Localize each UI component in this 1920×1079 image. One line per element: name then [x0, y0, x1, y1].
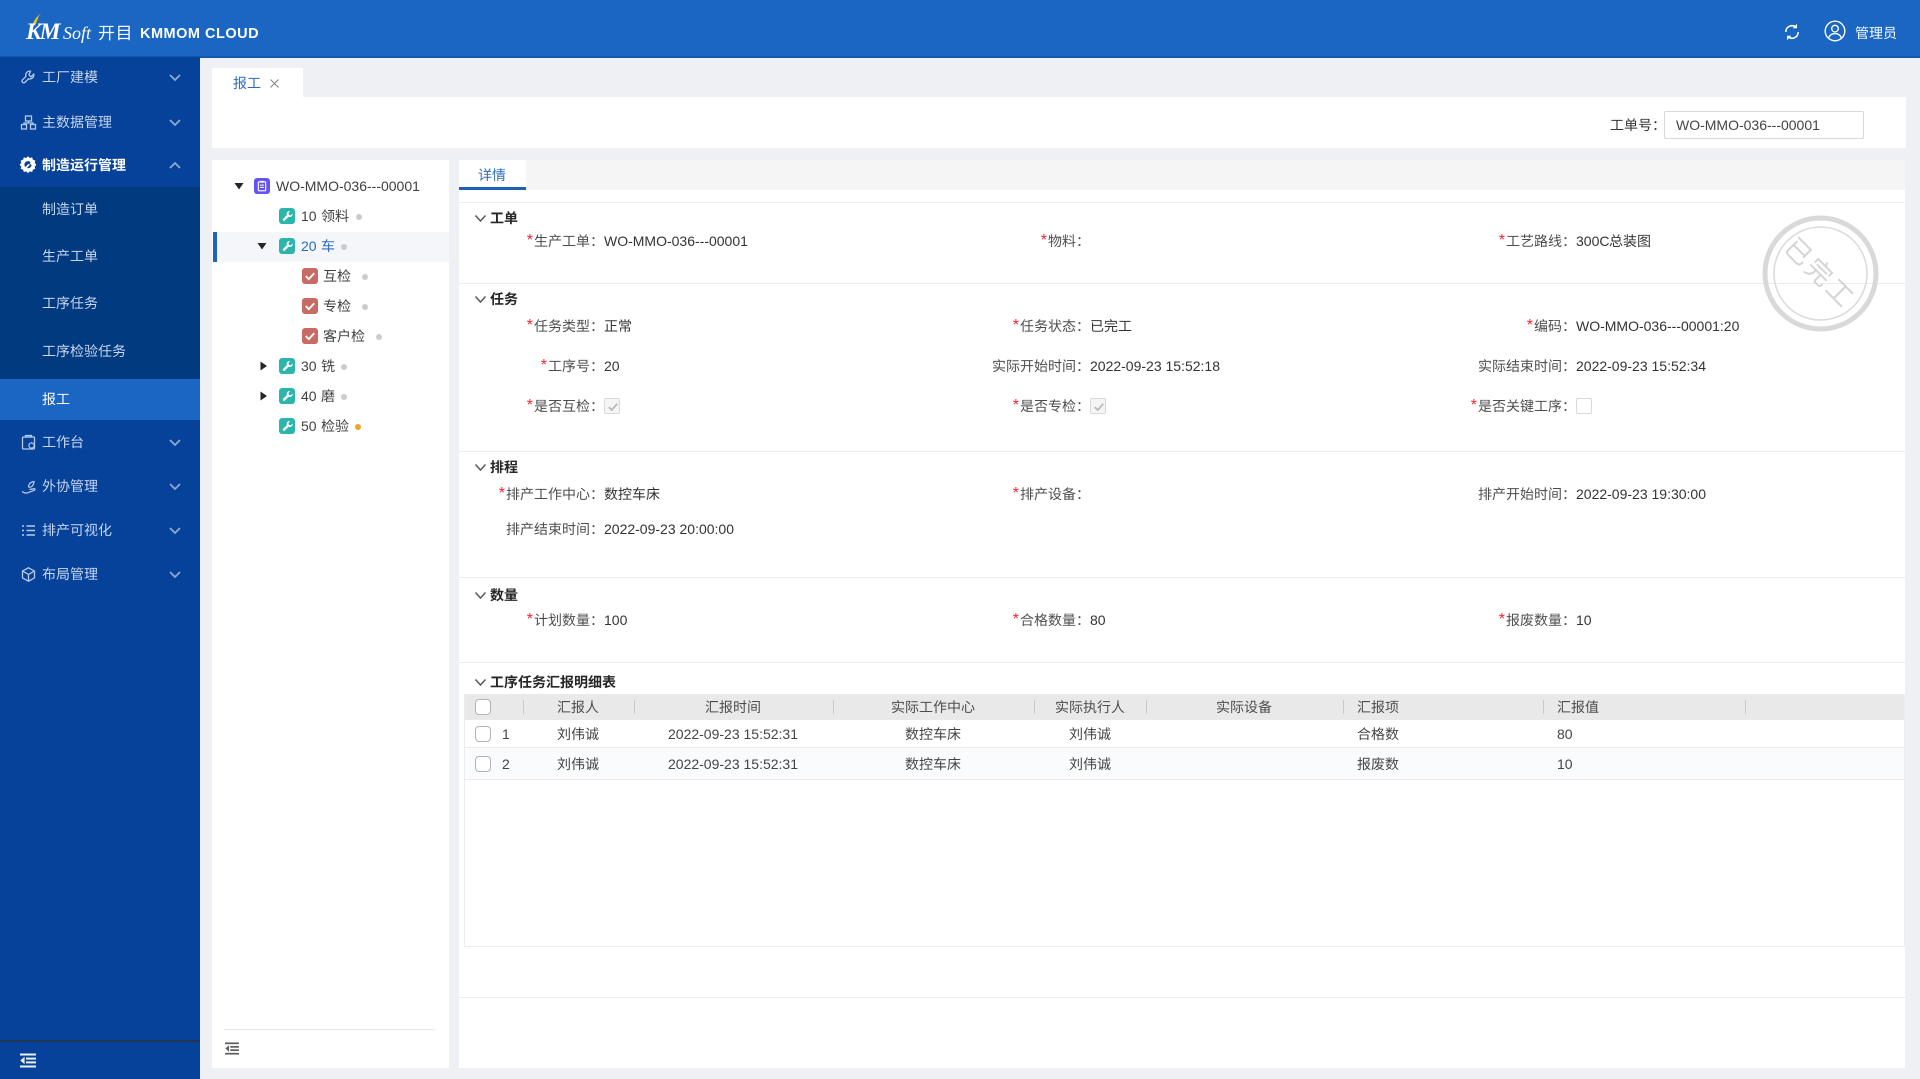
svg-text:KM: KM: [25, 19, 62, 45]
svg-text:Soft: Soft: [63, 23, 92, 43]
